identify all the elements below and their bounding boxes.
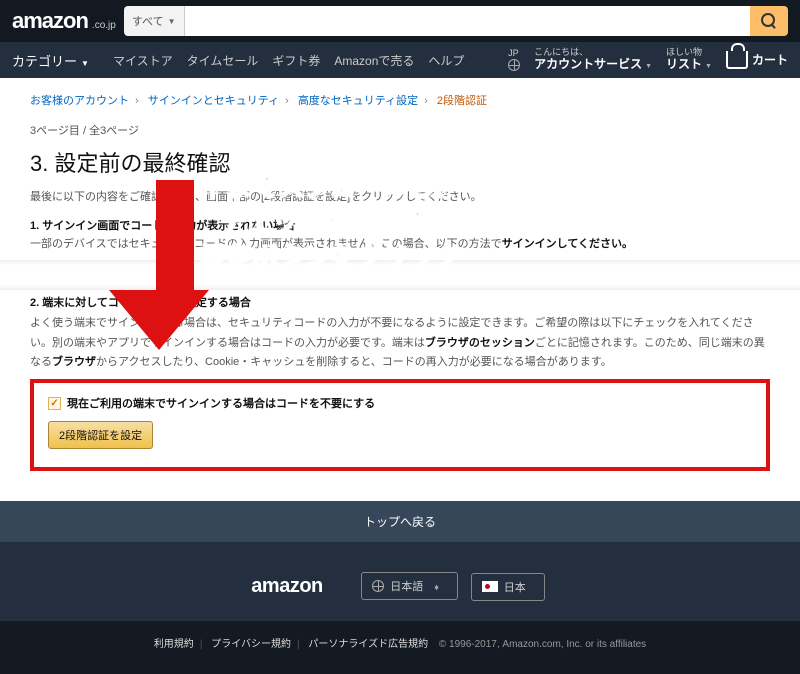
checkbox-label: 現在ご利用の端末でサインインする場合はコードを不要にする (67, 395, 375, 411)
footer-logo[interactable]: amazon (251, 575, 322, 598)
page-title: 3. 設定前の最終確認 (30, 146, 770, 178)
skip-code-checkbox-row[interactable]: ✓ 現在ご利用の端末でサインインする場合はコードを不要にする (48, 395, 752, 411)
nav-link-mystore[interactable]: マイストア (113, 52, 173, 69)
amazon-logo[interactable]: amazon.co.jp (12, 8, 116, 34)
crumb-account[interactable]: お客様のアカウント (30, 95, 129, 107)
account-menu[interactable]: こんにちは、 アカウントサービス (534, 48, 652, 71)
globe-icon (372, 580, 384, 592)
sub1-body: 一部のデバイスではセキュリティコードの入力画面が表示されません。この場合、以下の… (30, 235, 770, 254)
nav-link-help[interactable]: ヘルプ (428, 52, 464, 69)
cart-link[interactable]: カート (726, 51, 788, 69)
category-menu[interactable]: カテゴリー (12, 51, 103, 70)
language-pill[interactable]: 日本語 (361, 572, 458, 600)
footer-bottom: 利用規約| プライバシー規約| パーソナライズド広告規約 © 1996-2017… (0, 621, 800, 674)
search-button[interactable] (750, 6, 788, 36)
intro-text: 最後に以下の内容をご確認のうえ、画面下部の[2段階認証を設定]をクリックしてくだ… (30, 188, 770, 207)
search-bar: すべて (124, 6, 788, 36)
back-to-top[interactable]: トップへ戻る (0, 501, 800, 542)
enable-2sv-button[interactable]: 2段階認証を設定 (48, 421, 153, 449)
search-input[interactable] (185, 6, 750, 36)
footer-mid: amazon 日本語 日本 (0, 542, 800, 621)
highlight-box: ✓ 現在ご利用の端末でサインインする場合はコードを不要にする 2段階認証を設定 (30, 379, 770, 471)
sub2-title: 2. 端末に対してコードを不要に設定する場合 (30, 294, 770, 314)
flag-icon (482, 581, 498, 592)
link-privacy[interactable]: プライバシー規約 (211, 639, 291, 650)
copyright: © 1996-2017, Amazon.com, Inc. or its aff… (439, 639, 646, 650)
crumb-signin[interactable]: サインインとセキュリティ (148, 95, 279, 107)
sub2-body: よく使う端末でサインインする場合は、セキュリティコードの入力が不要になるように設… (30, 314, 770, 373)
link-terms[interactable]: 利用規約 (154, 639, 194, 650)
nav-links: マイストア タイムセール ギフト券 Amazonで売る ヘルプ (113, 52, 464, 69)
cart-icon (726, 51, 748, 69)
breadcrumb: お客様のアカウント› サインインとセキュリティ› 高度なセキュリティ設定› 2段… (30, 92, 770, 108)
link-ads[interactable]: パーソナライズド広告規約 (308, 639, 428, 650)
section-divider (0, 260, 800, 290)
search-icon (761, 13, 777, 29)
locale-switch[interactable]: JP (508, 49, 520, 71)
crumb-security[interactable]: 高度なセキュリティ設定 (298, 95, 418, 107)
top-nav: amazon.co.jp すべて カテゴリー マイストア タイムセール ギフト券… (0, 0, 800, 78)
checkbox-icon: ✓ (48, 397, 61, 410)
country-pill[interactable]: 日本 (471, 573, 545, 601)
nav-link-sell[interactable]: Amazonで売る (334, 52, 414, 69)
search-category-dropdown[interactable]: すべて (124, 6, 185, 36)
crumb-current: 2段階認証 (437, 95, 487, 107)
wishlist-menu[interactable]: ほしい物 リスト (666, 48, 712, 71)
nav-link-timesale[interactable]: タイムセール (187, 52, 259, 69)
page-indicator: 3ページ目 / 全3ページ (30, 122, 770, 138)
globe-icon (508, 59, 520, 71)
nav-link-gift[interactable]: ギフト券 (272, 52, 320, 69)
